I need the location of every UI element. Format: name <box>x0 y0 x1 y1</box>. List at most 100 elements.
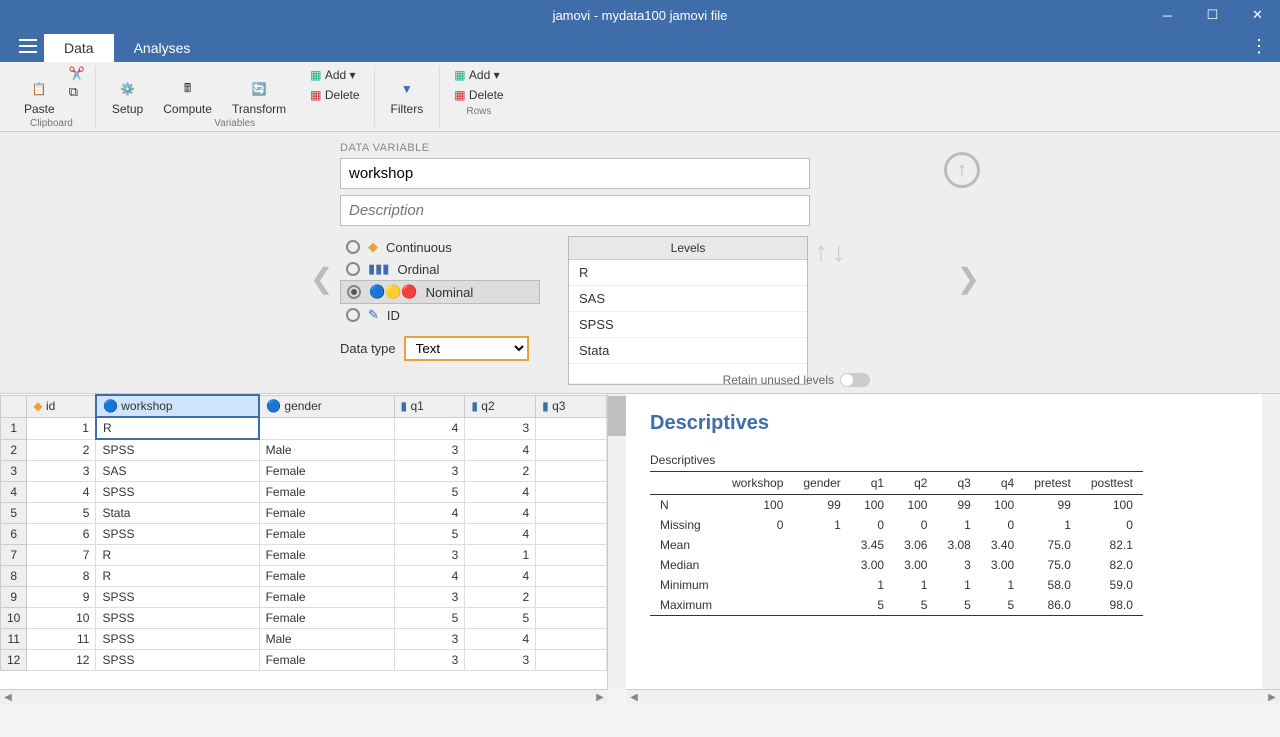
tab-analyses[interactable]: Analyses <box>114 34 211 62</box>
cell[interactable]: 2 <box>465 587 536 608</box>
cell[interactable]: Female <box>259 482 394 503</box>
cell[interactable]: Female <box>259 545 394 566</box>
cell[interactable]: SAS <box>96 461 259 482</box>
row-header[interactable]: 7 <box>1 545 27 566</box>
row-header[interactable]: 11 <box>1 629 27 650</box>
compute-button[interactable]: 🖩Compute <box>157 66 218 116</box>
cell[interactable]: Male <box>259 629 394 650</box>
setup-button[interactable]: ⚙️Setup <box>106 66 149 116</box>
cell[interactable]: Stata <box>96 503 259 524</box>
cell[interactable]: 9 <box>27 587 96 608</box>
col-header-q3[interactable]: ▮ q3 <box>536 395 607 417</box>
row-header[interactable]: 8 <box>1 566 27 587</box>
tab-data[interactable]: Data <box>44 34 114 62</box>
col-header-id[interactable]: ◆ id <box>27 395 96 417</box>
cell[interactable]: 1 <box>465 545 536 566</box>
cell[interactable]: 4 <box>465 482 536 503</box>
variable-desc-input[interactable] <box>340 195 810 226</box>
cell[interactable]: R <box>96 545 259 566</box>
cell[interactable]: 4 <box>465 566 536 587</box>
cell[interactable]: 3 <box>394 650 465 671</box>
row-header[interactable]: 5 <box>1 503 27 524</box>
level-item[interactable]: SPSS <box>569 312 807 338</box>
collapse-panel-button[interactable]: ↑ <box>944 152 980 188</box>
cell[interactable]: R <box>96 417 259 439</box>
cell[interactable]: 5 <box>394 608 465 629</box>
cell[interactable]: 7 <box>27 545 96 566</box>
cell[interactable]: 10 <box>27 608 96 629</box>
cell[interactable]: SPSS <box>96 587 259 608</box>
variable-name-input[interactable] <box>340 158 810 189</box>
col-header-q2[interactable]: ▮ q2 <box>465 395 536 417</box>
cell[interactable]: 4 <box>465 439 536 461</box>
cell[interactable]: 3 <box>27 461 96 482</box>
cell[interactable]: SPSS <box>96 482 259 503</box>
copy-icon[interactable]: ⧉ <box>69 84 85 100</box>
datatype-select[interactable]: Text <box>404 336 529 361</box>
cell[interactable] <box>536 608 607 629</box>
minimize-button[interactable]: ─ <box>1145 0 1190 30</box>
cell[interactable]: 5 <box>394 524 465 545</box>
cell[interactable]: 5 <box>465 608 536 629</box>
cell[interactable]: Female <box>259 461 394 482</box>
cell[interactable]: 2 <box>27 439 96 461</box>
col-header-gender[interactable]: 🔵 gender <box>259 395 394 417</box>
level-item[interactable]: Stata <box>569 338 807 364</box>
cell[interactable]: 4 <box>394 417 465 439</box>
prev-var-button[interactable]: ❮ <box>310 262 333 295</box>
cell[interactable]: SPSS <box>96 524 259 545</box>
cell[interactable] <box>536 482 607 503</box>
cell[interactable]: 3 <box>465 417 536 439</box>
cell[interactable]: 4 <box>465 629 536 650</box>
cell[interactable]: 1 <box>27 417 96 439</box>
cell[interactable] <box>536 503 607 524</box>
cell[interactable]: 5 <box>394 482 465 503</box>
cell[interactable] <box>536 629 607 650</box>
type-ordinal-radio[interactable]: ▮▮▮Ordinal <box>340 258 540 280</box>
cell[interactable]: 4 <box>394 566 465 587</box>
cell[interactable] <box>536 587 607 608</box>
row-header[interactable]: 12 <box>1 650 27 671</box>
cell[interactable] <box>536 545 607 566</box>
type-nominal-radio[interactable]: 🔵🟡🔴Nominal <box>340 280 540 304</box>
cell[interactable]: 8 <box>27 566 96 587</box>
row-header[interactable]: 1 <box>1 417 27 439</box>
results-hscroll[interactable]: ◀▶ <box>626 689 1280 705</box>
cell[interactable]: R <box>96 566 259 587</box>
row-delete-button[interactable]: ▦ Delete <box>450 86 507 104</box>
cell[interactable]: 3 <box>394 461 465 482</box>
cell[interactable]: Female <box>259 524 394 545</box>
cell[interactable]: 5 <box>27 503 96 524</box>
retain-levels-toggle[interactable] <box>840 373 870 387</box>
results-vscroll[interactable] <box>1262 394 1280 689</box>
cell[interactable]: 3 <box>394 587 465 608</box>
type-id-radio[interactable]: ✎ID <box>340 304 540 326</box>
cell[interactable]: 2 <box>465 461 536 482</box>
transform-button[interactable]: 🔄Transform <box>226 66 292 116</box>
row-header[interactable]: 10 <box>1 608 27 629</box>
cell[interactable]: Male <box>259 439 394 461</box>
cell[interactable]: 4 <box>27 482 96 503</box>
var-add-button[interactable]: ▦ Add ▾ <box>306 66 363 84</box>
cell[interactable] <box>536 566 607 587</box>
cell[interactable]: Female <box>259 608 394 629</box>
level-up-button[interactable]: ↑ <box>814 236 828 267</box>
close-button[interactable]: ✕ <box>1235 0 1280 30</box>
cell[interactable] <box>536 461 607 482</box>
sheet-vscroll[interactable] <box>608 394 626 689</box>
app-menu-button[interactable] <box>12 30 44 62</box>
cell[interactable]: SPSS <box>96 650 259 671</box>
cell[interactable] <box>536 524 607 545</box>
row-add-button[interactable]: ▦ Add ▾ <box>450 66 507 84</box>
cut-icon[interactable]: ✂️ <box>69 66 85 82</box>
row-header[interactable]: 9 <box>1 587 27 608</box>
cell[interactable]: SPSS <box>96 608 259 629</box>
level-down-button[interactable]: ↓ <box>832 236 846 267</box>
sheet-hscroll[interactable]: ◀▶ <box>0 689 608 705</box>
filters-button[interactable]: ▼Filters <box>385 66 430 116</box>
cell[interactable]: 12 <box>27 650 96 671</box>
row-header[interactable]: 2 <box>1 439 27 461</box>
row-header[interactable]: 6 <box>1 524 27 545</box>
cell[interactable]: 3 <box>465 650 536 671</box>
cell[interactable]: 11 <box>27 629 96 650</box>
